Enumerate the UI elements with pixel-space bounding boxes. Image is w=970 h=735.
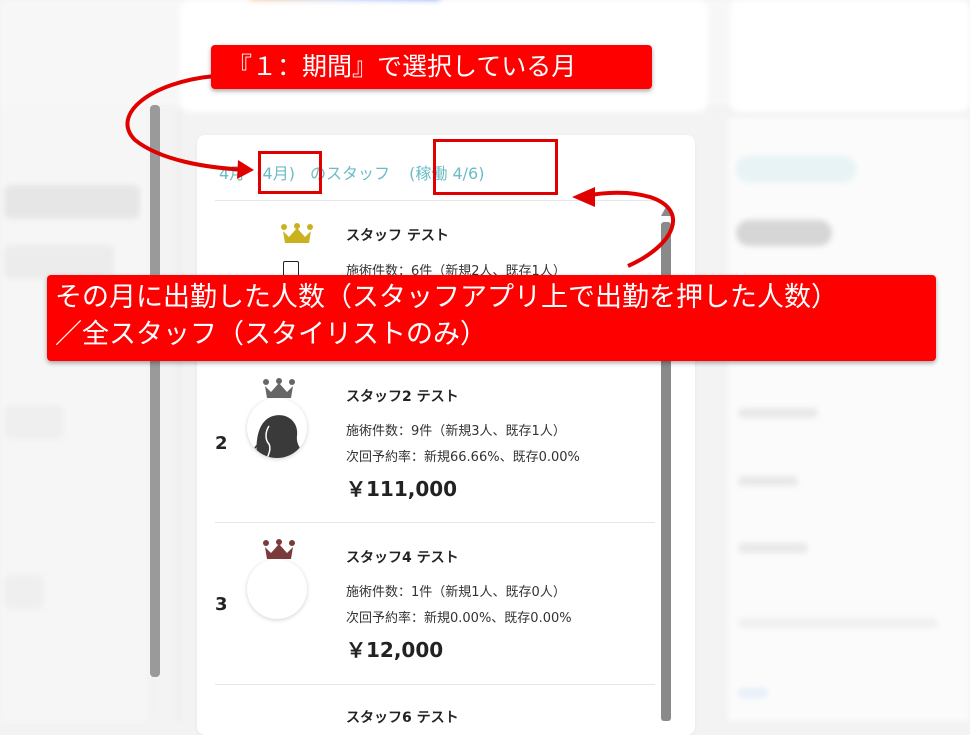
avatar (247, 398, 307, 458)
background-right-panel (728, 118, 970, 721)
background-sidebar (0, 105, 148, 721)
crown-bronze-icon (263, 539, 295, 559)
staff-sales-amount: ￥111,000 (346, 477, 458, 501)
page-scrollbar[interactable] (150, 105, 160, 677)
staff-name: スタッフ6 テスト (346, 710, 459, 726)
annotation-active-line1: その月に出勤した人数（スタッフアプリ上で出勤を押した人数） (55, 282, 838, 313)
crown-silver-icon (263, 378, 295, 398)
annotation-active-line2: ／全スタッフ（スタイリストのみ） (55, 319, 487, 350)
avatar (247, 559, 307, 619)
staff-reservation-rate: 次回予約率：新規66.66%、既存0.00% (346, 450, 580, 465)
staff-row-4[interactable]: スタッフ6 テスト (215, 691, 655, 735)
staff-sales-amount: ￥12,000 (346, 638, 444, 662)
annotation-period-callout: 『１：期間』で選択している月 (211, 45, 652, 89)
avatar-silhouette-icon (252, 415, 307, 458)
highlight-month (258, 151, 322, 194)
header-month-prefix: 4月 (219, 164, 246, 183)
staff-name: スタッフ4 テスト (346, 550, 459, 566)
background-divider (178, 110, 179, 721)
divider (215, 684, 655, 685)
rank-number: 2 (215, 433, 228, 454)
highlight-active-count (433, 139, 558, 195)
staff-treatment-count: 施術件数：9件（新規3人、既存1人） (346, 424, 566, 439)
crown-gold-icon (281, 223, 313, 243)
rank-number: 3 (215, 594, 228, 615)
avatar-wrap (247, 539, 309, 619)
divider (215, 522, 655, 523)
header-label: のスタッフ (310, 164, 391, 183)
background-top-card-right (730, 0, 970, 112)
staff-row-3[interactable]: 3 スタッフ4 テスト 施術件数：1件（新規1人、既存0人） 次回予約率：新規0… (215, 531, 655, 691)
scroll-up-arrow-icon[interactable] (661, 207, 671, 216)
staff-row-2[interactable]: 2 スタッフ2 テスト 施術件数：9件（新規3人、既存1人） 次回予約率：新規6… (215, 370, 655, 530)
staff-name: スタッフ テスト (346, 228, 449, 244)
staff-treatment-count: 施術件数：1件（新規1人、既存0人） (346, 585, 566, 600)
annotation-active-callout: その月に出勤した人数（スタッフアプリ上で出勤を押した人数） ／全スタッフ（スタイ… (47, 275, 936, 361)
staff-reservation-rate: 次回予約率：新規0.00%、既存0.00% (346, 611, 572, 626)
staff-ranking-card: 4月 (4月) のスタッフ (稼働 4/6) スタッフ テスト 施術件数：6件（… (197, 135, 695, 735)
avatar-wrap (247, 378, 309, 458)
staff-name: スタッフ2 テスト (346, 389, 459, 405)
